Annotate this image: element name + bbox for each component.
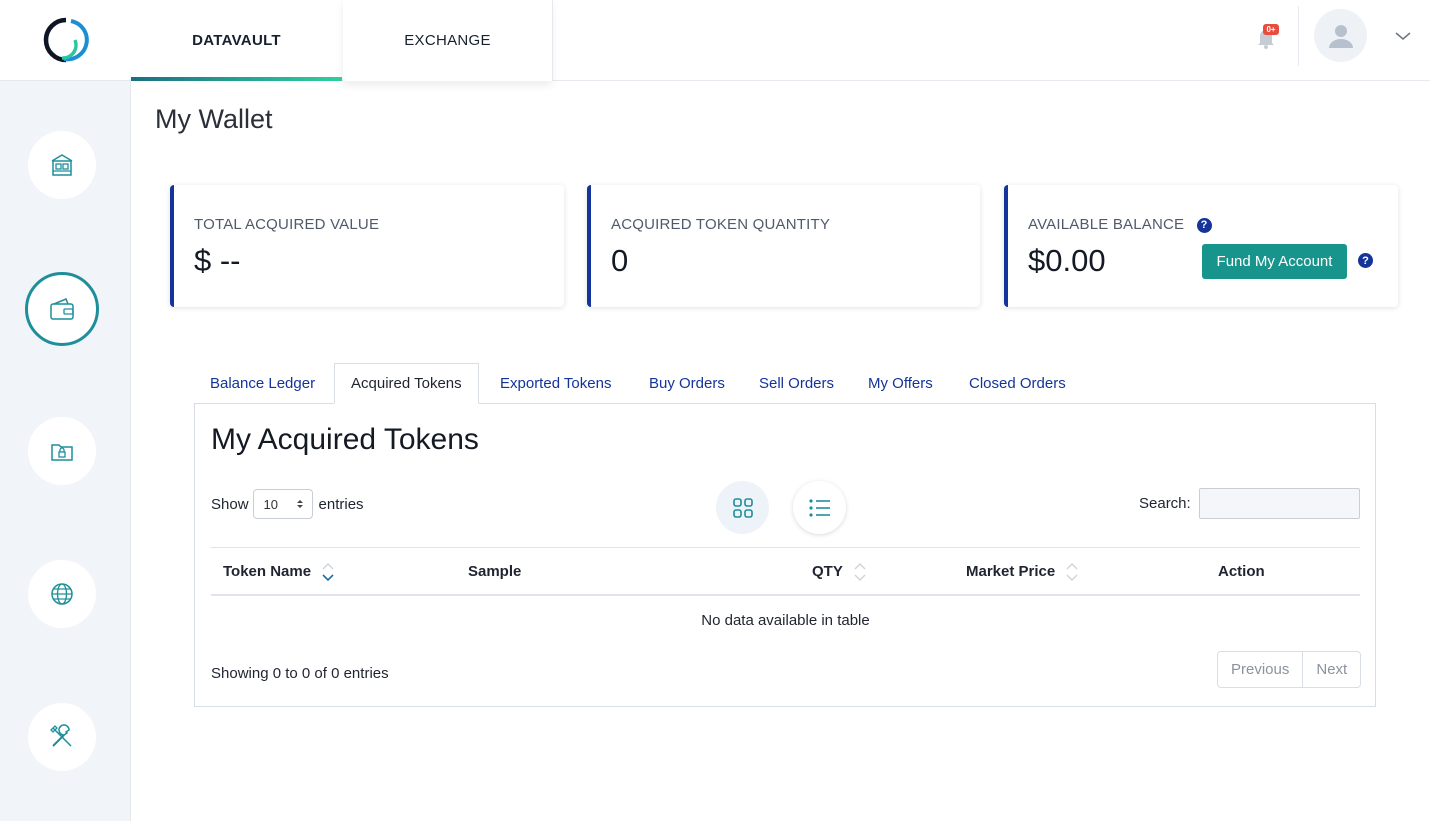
tab-closed-orders[interactable]: Closed Orders — [969, 363, 1066, 404]
active-tab-underline — [131, 77, 342, 81]
tab-datavault-label: DATAVAULT — [192, 32, 281, 49]
card-value: $0.00 — [1028, 243, 1106, 278]
page-title: My Wallet — [155, 104, 273, 134]
column-qty[interactable]: QTY — [812, 548, 867, 595]
pagination: Previous Next — [1217, 651, 1362, 688]
tab-balance-ledger[interactable]: Balance Ledger — [210, 363, 315, 404]
marketplace-store-icon — [51, 154, 73, 176]
card-acquired-token-quantity: ACQUIRED TOKEN QUANTITY 0 — [587, 185, 980, 307]
list-icon — [808, 498, 830, 517]
column-sample: Sample — [468, 548, 521, 595]
tab-buy-orders[interactable]: Buy Orders — [649, 363, 725, 404]
tab-exported-tokens[interactable]: Exported Tokens — [500, 363, 611, 404]
notification-badge: 0+ — [1263, 24, 1279, 35]
sidebar-item-tools[interactable] — [28, 703, 96, 771]
sidebar-item-wallet[interactable] — [25, 272, 99, 346]
next-button[interactable]: Next — [1302, 652, 1360, 687]
column-label: QTY — [812, 563, 843, 580]
card-value: $ -- — [194, 243, 241, 278]
column-token-name[interactable]: Token Name — [223, 548, 335, 595]
list-view-button[interactable] — [793, 481, 846, 534]
sort-icon — [854, 562, 866, 581]
card-label: ACQUIRED TOKEN QUANTITY — [611, 216, 831, 233]
card-available-balance: AVAILABLE BALANCE ? $0.00 Fund My Accoun… — [1004, 185, 1398, 307]
wallet-icon — [50, 298, 74, 320]
logo-icon — [43, 17, 89, 63]
card-label: AVAILABLE BALANCE ? — [1028, 216, 1212, 233]
sidebar-item-globe[interactable] — [28, 560, 96, 628]
chevron-down-icon[interactable] — [1393, 26, 1413, 46]
fund-my-account-button[interactable]: Fund My Account — [1202, 244, 1347, 279]
select-arrows-icon — [296, 500, 303, 508]
tab-exchange-label: EXCHANGE — [404, 32, 491, 49]
secure-folder-icon — [51, 444, 73, 461]
column-label: Market Price — [966, 563, 1056, 580]
tab-divider — [552, 0, 553, 81]
previous-button[interactable]: Previous — [1218, 652, 1302, 687]
sidebar — [0, 0, 131, 821]
sidebar-item-secure-folder[interactable] — [28, 417, 96, 485]
entries-select-value: 10 — [263, 496, 278, 512]
tab-datavault[interactable]: DATAVAULT — [131, 0, 342, 81]
search-input[interactable] — [1199, 488, 1360, 519]
user-avatar[interactable] — [1314, 9, 1367, 62]
top-navbar: DATAVAULT EXCHANGE 0+ — [131, 0, 1430, 81]
panel-title: My Acquired Tokens — [211, 423, 479, 456]
tab-my-offers[interactable]: My Offers — [868, 363, 933, 404]
empty-table-message: No data available in table — [701, 611, 870, 629]
column-action: Action — [1218, 548, 1265, 595]
tab-sell-orders[interactable]: Sell Orders — [759, 363, 834, 404]
table-info: Showing 0 to 0 of 0 entries — [211, 665, 389, 682]
grid-view-button[interactable] — [716, 481, 769, 534]
card-label-text: AVAILABLE BALANCE — [1028, 216, 1185, 233]
search-label: Search: — [1139, 495, 1191, 512]
sort-desc-icon — [322, 562, 334, 581]
card-label: TOTAL ACQUIRED VALUE — [194, 216, 380, 233]
globe-icon — [51, 583, 73, 605]
sidebar-item-marketplace[interactable] — [28, 131, 96, 199]
tools-icon — [50, 724, 72, 747]
header-divider — [1298, 6, 1299, 66]
tokens-table: Token Name Sample QTY Market Price Actio… — [211, 547, 1360, 644]
help-icon[interactable]: ? — [1196, 217, 1212, 233]
fund-help-icon[interactable]: ? — [1358, 253, 1373, 268]
entries-length-control: Show 10 entries — [211, 488, 364, 520]
tab-exchange[interactable]: EXCHANGE — [343, 0, 552, 81]
card-total-acquired-value: TOTAL ACQUIRED VALUE $ -- — [170, 185, 564, 307]
entries-select[interactable]: 10 — [252, 489, 313, 519]
tab-acquired-tokens[interactable]: Acquired Tokens — [334, 363, 479, 404]
entries-label: entries — [318, 495, 364, 513]
user-icon — [1328, 24, 1353, 48]
column-label: Action — [1218, 563, 1265, 580]
show-label: Show — [211, 495, 249, 513]
table-header: Token Name Sample QTY Market Price Actio… — [211, 547, 1360, 596]
column-label: Token Name — [223, 563, 312, 580]
card-value: 0 — [611, 243, 629, 278]
sort-icon — [1066, 562, 1078, 581]
acquired-tokens-panel: My Acquired Tokens Show 10 entries Searc… — [194, 403, 1376, 707]
app-logo[interactable] — [0, 0, 131, 81]
column-market-price[interactable]: Market Price — [966, 548, 1079, 595]
grid-icon — [732, 497, 753, 518]
column-label: Sample — [468, 563, 522, 580]
